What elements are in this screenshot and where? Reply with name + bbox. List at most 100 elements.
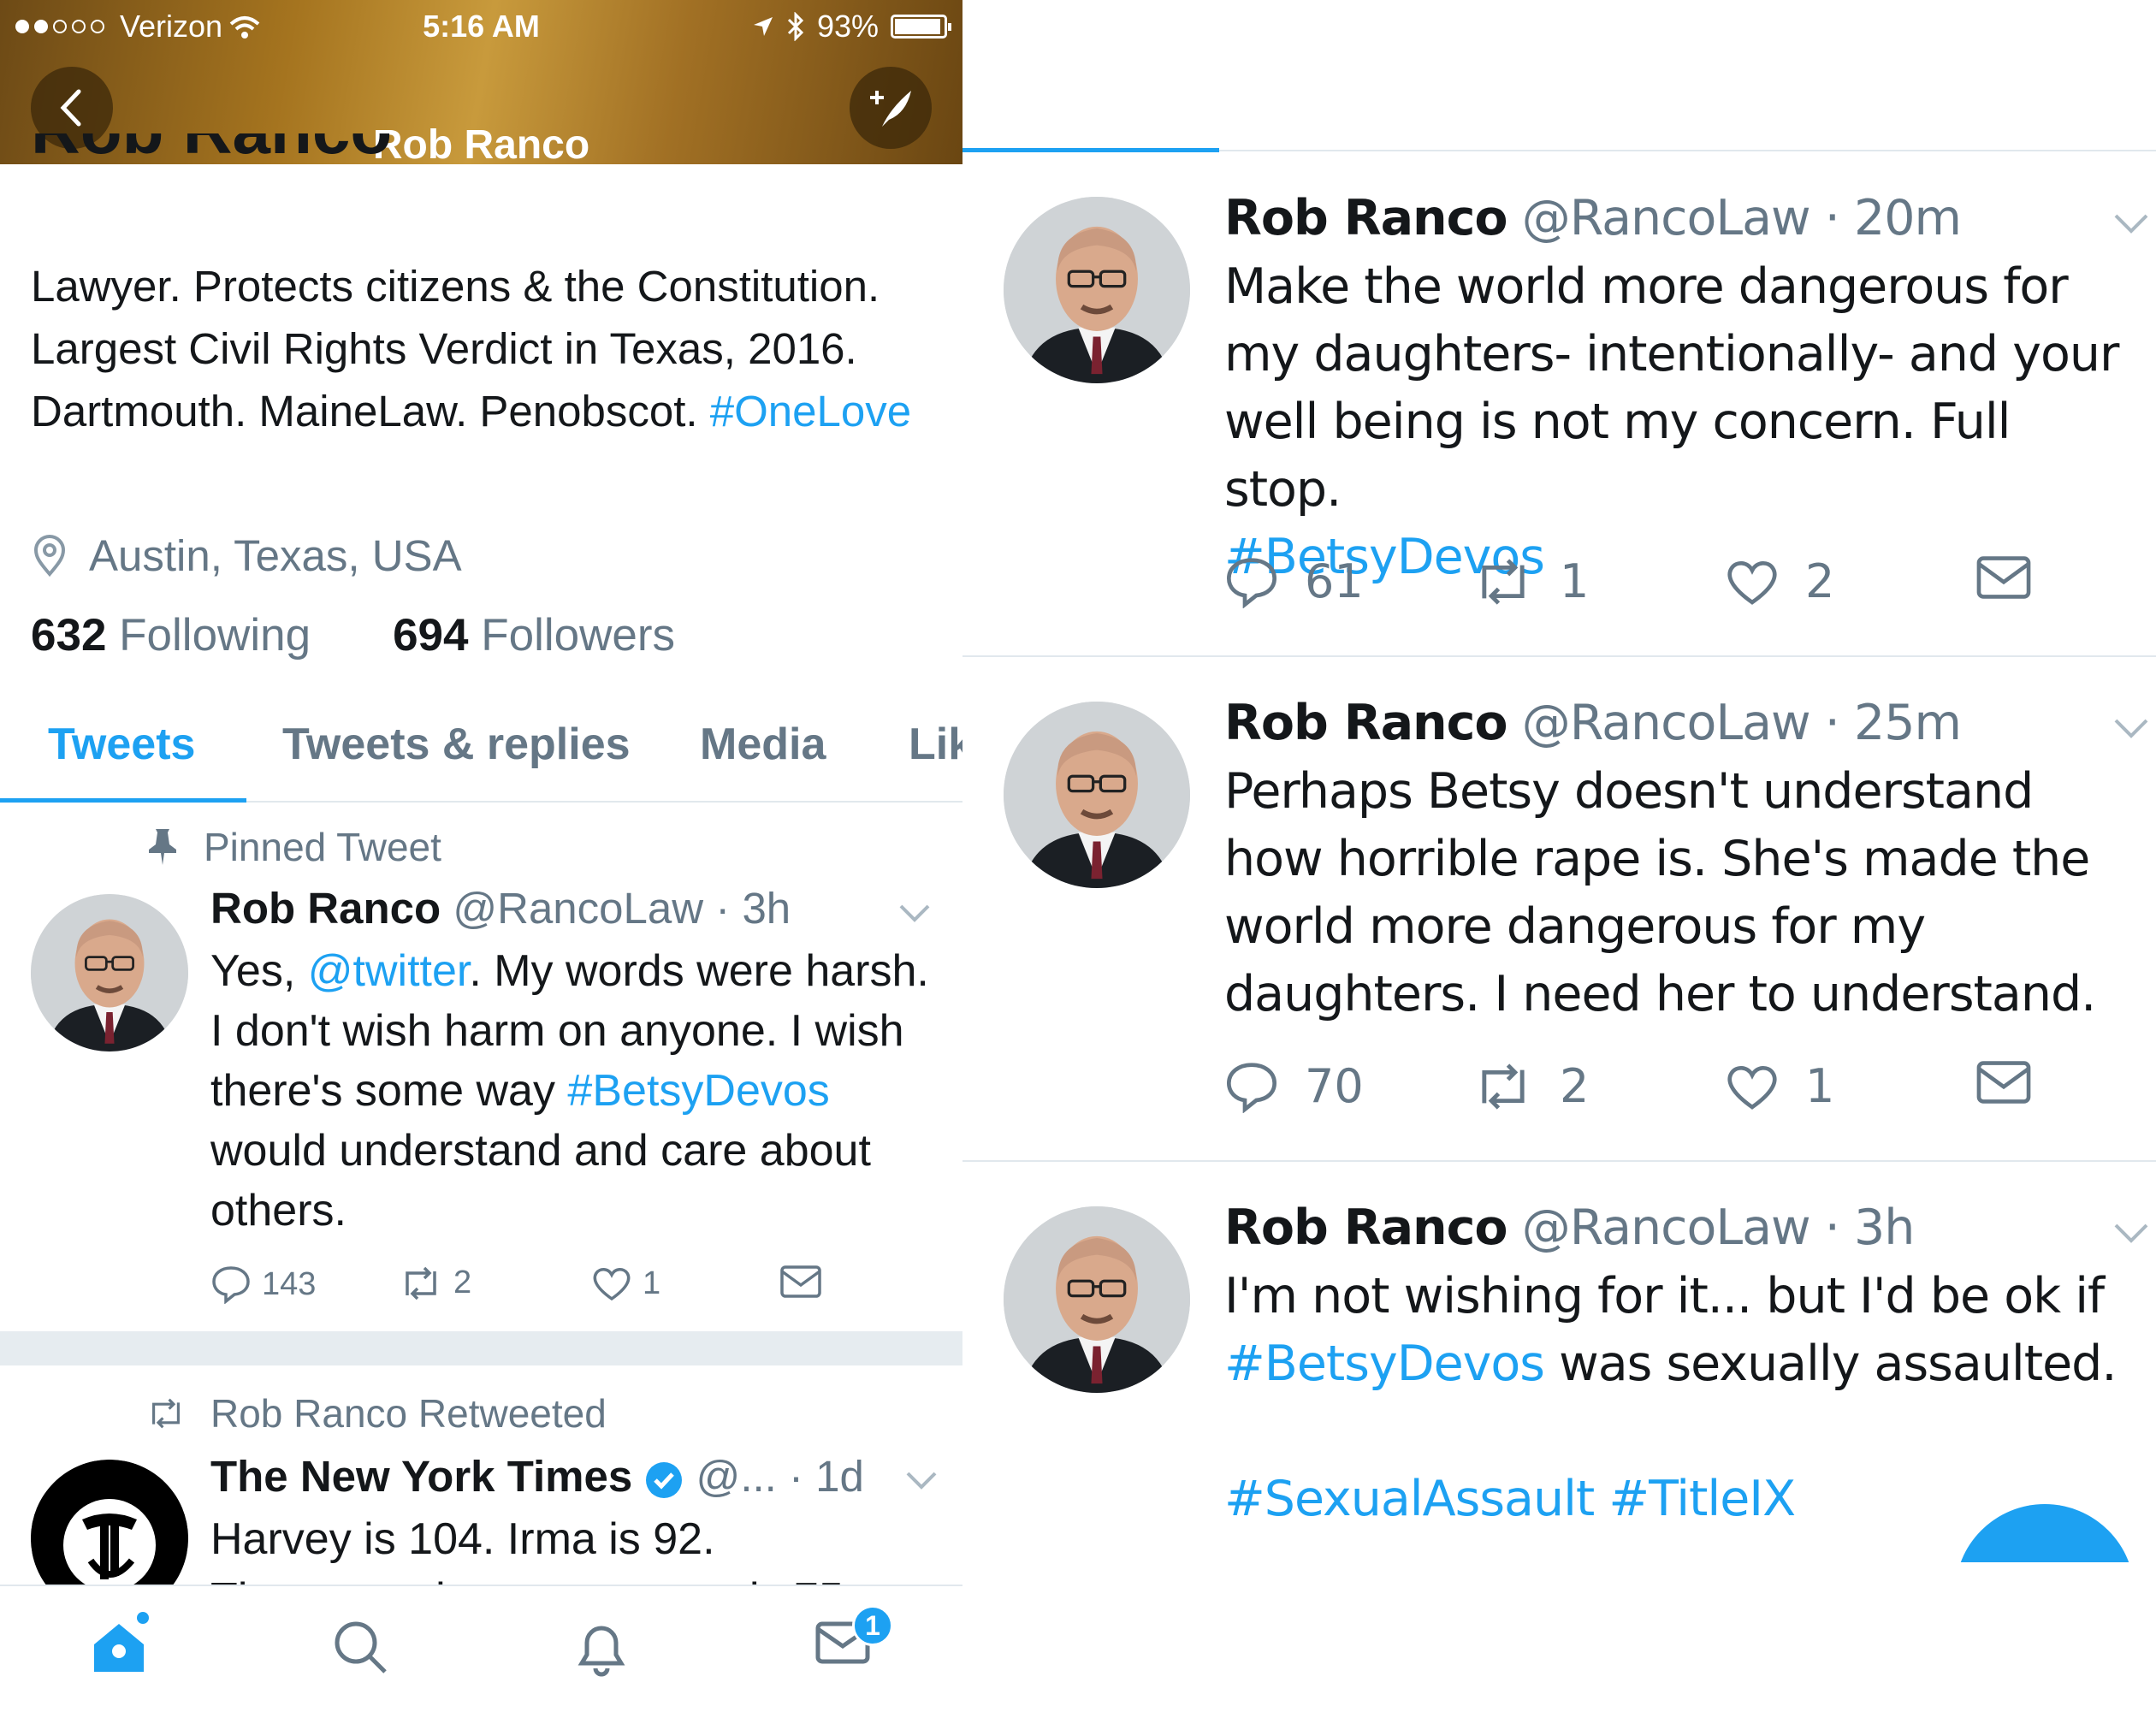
tweet-body: Make the world more dangerous for my dau…	[1224, 258, 2119, 518]
tweet-author-name[interactable]: Rob Ranco	[1224, 190, 1508, 246]
tweet-handle[interactable]: @RancoLaw	[1522, 190, 1811, 246]
battery-icon	[891, 15, 951, 39]
chevron-down-icon[interactable]	[898, 903, 931, 923]
tweet-author-name[interactable]: Rob Ranco	[210, 884, 441, 933]
bio-hashtag-link[interactable]: #OneLove	[710, 387, 911, 435]
tweet-time: 20m	[1854, 190, 1962, 246]
pinned-tweet-text: Yes, @twitter. My words were harsh. I do…	[210, 941, 946, 1241]
active-tab-indicator	[0, 798, 246, 803]
tab-media[interactable]: Media	[700, 719, 826, 770]
retweet-count: 2	[453, 1265, 472, 1300]
avatar[interactable]	[1004, 1206, 1190, 1393]
reply-button[interactable]: 70	[1224, 1059, 1364, 1113]
like-count: 2	[1805, 554, 1835, 608]
reply-icon	[1226, 557, 1277, 608]
bottom-crop-area	[962, 1562, 2156, 1712]
reply-count: 143	[262, 1265, 317, 1302]
tweet-time: 25m	[1854, 695, 1962, 751]
profile-location: Austin, Texas, USA	[31, 530, 462, 581]
envelope-icon	[1976, 1061, 2031, 1104]
tweet-text: Make the world more dangerous for my dau…	[1224, 253, 2131, 591]
retweet-count: 1	[1560, 554, 1590, 608]
avatar-portrait	[31, 894, 188, 1051]
retweet-header: The New York Times @... · 1d	[210, 1452, 864, 1501]
profile-screen: Verizon 5:16 AM 93% Rob Ranco Rob Ranco …	[0, 0, 962, 1712]
retweet-icon	[1482, 558, 1525, 605]
direct-message-button[interactable]	[1975, 1059, 2032, 1105]
like-button[interactable]: 1	[1725, 1059, 1834, 1113]
tweet-text-part: would understand and care about others.	[210, 1126, 871, 1235]
chevron-down-icon[interactable]	[2113, 717, 2149, 739]
chevron-down-icon[interactable]	[2113, 1222, 2149, 1244]
hashtag-link[interactable]: #BetsyDevos	[567, 1066, 829, 1116]
tweet-time: 1d	[815, 1452, 864, 1501]
like-count: 1	[1805, 1059, 1835, 1113]
tweet-actions: 70 2 1	[1224, 1059, 2131, 1128]
tab-tweets[interactable]: Tweets	[48, 719, 195, 770]
profile-tabs: Tweets Tweets & replies Media Lik	[0, 702, 962, 803]
retweet-button[interactable]: 2	[399, 1265, 471, 1301]
reply-button[interactable]: 61	[1224, 554, 1364, 608]
tab-tweets-replies[interactable]: Tweets & replies	[282, 719, 631, 770]
envelope-icon	[780, 1265, 821, 1298]
heart-icon	[1727, 1065, 1777, 1110]
pin-icon	[149, 829, 176, 865]
like-button[interactable]: 1	[591, 1265, 660, 1302]
tweet-time: 3h	[742, 884, 791, 933]
tweet-header: Rob Ranco @RancoLaw · 3h	[1224, 1200, 1915, 1256]
battery-percent: 93%	[816, 9, 879, 44]
avatar[interactable]	[1004, 702, 1190, 888]
tweet-body: Perhaps Betsy doesn't understand how hor…	[1224, 763, 2096, 1022]
tweet-author-name[interactable]: Rob Ranco	[1224, 695, 1508, 751]
reply-count: 61	[1305, 554, 1364, 608]
tweet-handle[interactable]: @RancoLaw	[1522, 695, 1811, 751]
retweet-icon	[406, 1266, 436, 1300]
search-icon[interactable]	[332, 1619, 388, 1675]
verified-badge-icon	[646, 1461, 683, 1498]
location-pin-icon	[33, 534, 66, 577]
follow-stats: 632 Following 694 Followers	[31, 609, 675, 661]
retweet-text-line: Harvey is 104. Irma is 92.	[210, 1514, 715, 1564]
retweet-icon	[152, 1398, 180, 1429]
tweet-body-line: #BetsyDevos was sexually assaulted.	[1224, 1330, 2131, 1398]
tweet-handle[interactable]: @...	[696, 1452, 777, 1501]
avatar[interactable]	[31, 894, 188, 1051]
retweet-count: 2	[1560, 1059, 1590, 1113]
tweet-actions: 61 1 2	[1224, 554, 2131, 623]
like-button[interactable]: 2	[1725, 554, 1834, 608]
direct-message-button[interactable]	[779, 1265, 822, 1299]
chevron-down-icon[interactable]	[2113, 212, 2149, 234]
mention-link[interactable]: @twitter	[308, 946, 470, 996]
avatar-portrait	[1004, 702, 1190, 888]
tweet-handle[interactable]: @RancoLaw	[1522, 1200, 1811, 1256]
retweet-button[interactable]: 1	[1472, 554, 1589, 608]
avatar[interactable]	[1004, 197, 1190, 383]
direct-message-button[interactable]	[1975, 554, 2032, 601]
tweet-text-part: Yes,	[210, 946, 308, 996]
tweet-text: Perhaps Betsy doesn't understand how hor…	[1224, 758, 2131, 1028]
tweet-author-name[interactable]: The New York Times	[210, 1452, 632, 1501]
chevron-down-icon[interactable]	[905, 1470, 938, 1490]
pinned-tweet-label: Pinned Tweet	[145, 824, 441, 870]
reply-button[interactable]: 143	[210, 1265, 316, 1304]
followers-label: Followers	[481, 610, 676, 661]
home-icon[interactable]	[89, 1619, 149, 1675]
followers-link[interactable]: 694 Followers	[393, 609, 675, 661]
tweet-card[interactable]: Rob Ranco @RancoLaw · 20m Make the world…	[962, 152, 2156, 657]
tweet-author-name[interactable]: Rob Ranco	[1224, 1200, 1508, 1256]
envelope-icon	[1976, 556, 2031, 599]
retweet-button[interactable]: 2	[1472, 1059, 1589, 1113]
tweet-text: I'm not wishing for it... but I'd be ok …	[1224, 1263, 2131, 1533]
followers-count: 694	[393, 610, 469, 661]
following-link[interactable]: 632 Following	[31, 609, 311, 661]
retweet-icon	[1482, 1063, 1525, 1110]
retweeted-label: Rob Ranco Retweeted	[145, 1390, 607, 1437]
notifications-bell-icon[interactable]	[573, 1619, 630, 1677]
tweet-handle[interactable]: @RancoLaw	[453, 884, 703, 933]
heart-icon	[1727, 560, 1777, 605]
tweet-card[interactable]: Rob Ranco @RancoLaw · 25m Perhaps Betsy …	[962, 657, 2156, 1162]
hashtag-link[interactable]: #BetsyDevos	[1224, 1336, 1545, 1392]
location-text: Austin, Texas, USA	[89, 531, 462, 580]
tab-likes[interactable]: Lik	[909, 719, 962, 770]
